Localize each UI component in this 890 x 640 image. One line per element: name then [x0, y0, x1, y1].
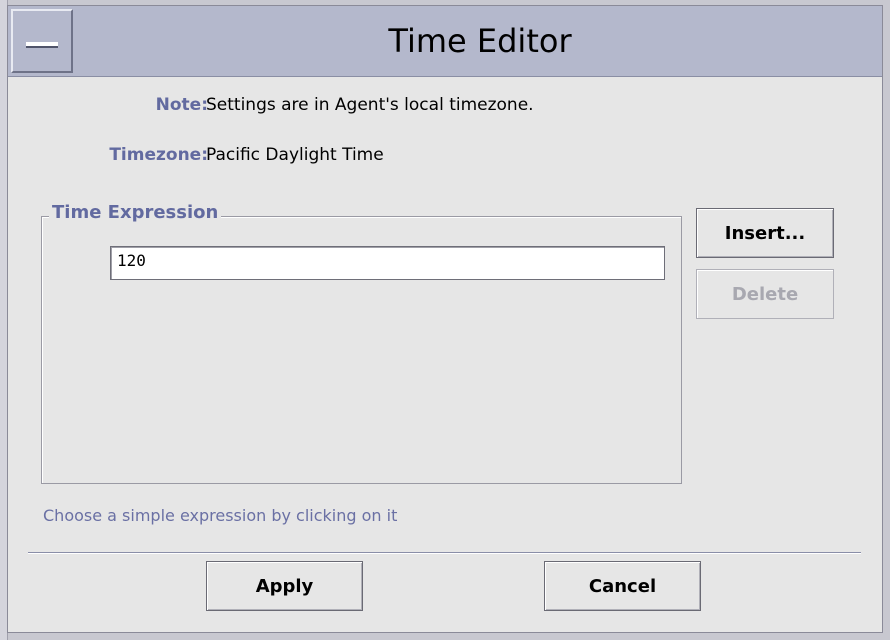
cancel-button[interactable]: Cancel — [544, 561, 701, 611]
note-value: Settings are in Agent's local timezone. — [206, 95, 534, 115]
window-menu-icon — [26, 42, 58, 48]
note-label: Note: — [155, 95, 208, 115]
window-title: Time Editor — [388, 22, 572, 60]
footer-separator — [28, 552, 861, 554]
title-bar[interactable]: Time Editor — [8, 6, 882, 77]
window-menu-button[interactable] — [11, 9, 73, 73]
timezone-label: Timezone: — [109, 145, 208, 165]
time-editor-window: Time Editor Note: Settings are in Agent'… — [7, 5, 883, 633]
delete-button[interactable]: Delete — [696, 269, 834, 319]
insert-button[interactable]: Insert... — [696, 208, 834, 258]
time-expression-input[interactable]: 120 — [110, 246, 665, 280]
time-expression-group-title: Time Expression — [49, 202, 222, 223]
expression-hint: Choose a simple expression by clicking o… — [43, 506, 398, 525]
timezone-value: Pacific Daylight Time — [206, 145, 384, 165]
apply-button[interactable]: Apply — [206, 561, 363, 611]
